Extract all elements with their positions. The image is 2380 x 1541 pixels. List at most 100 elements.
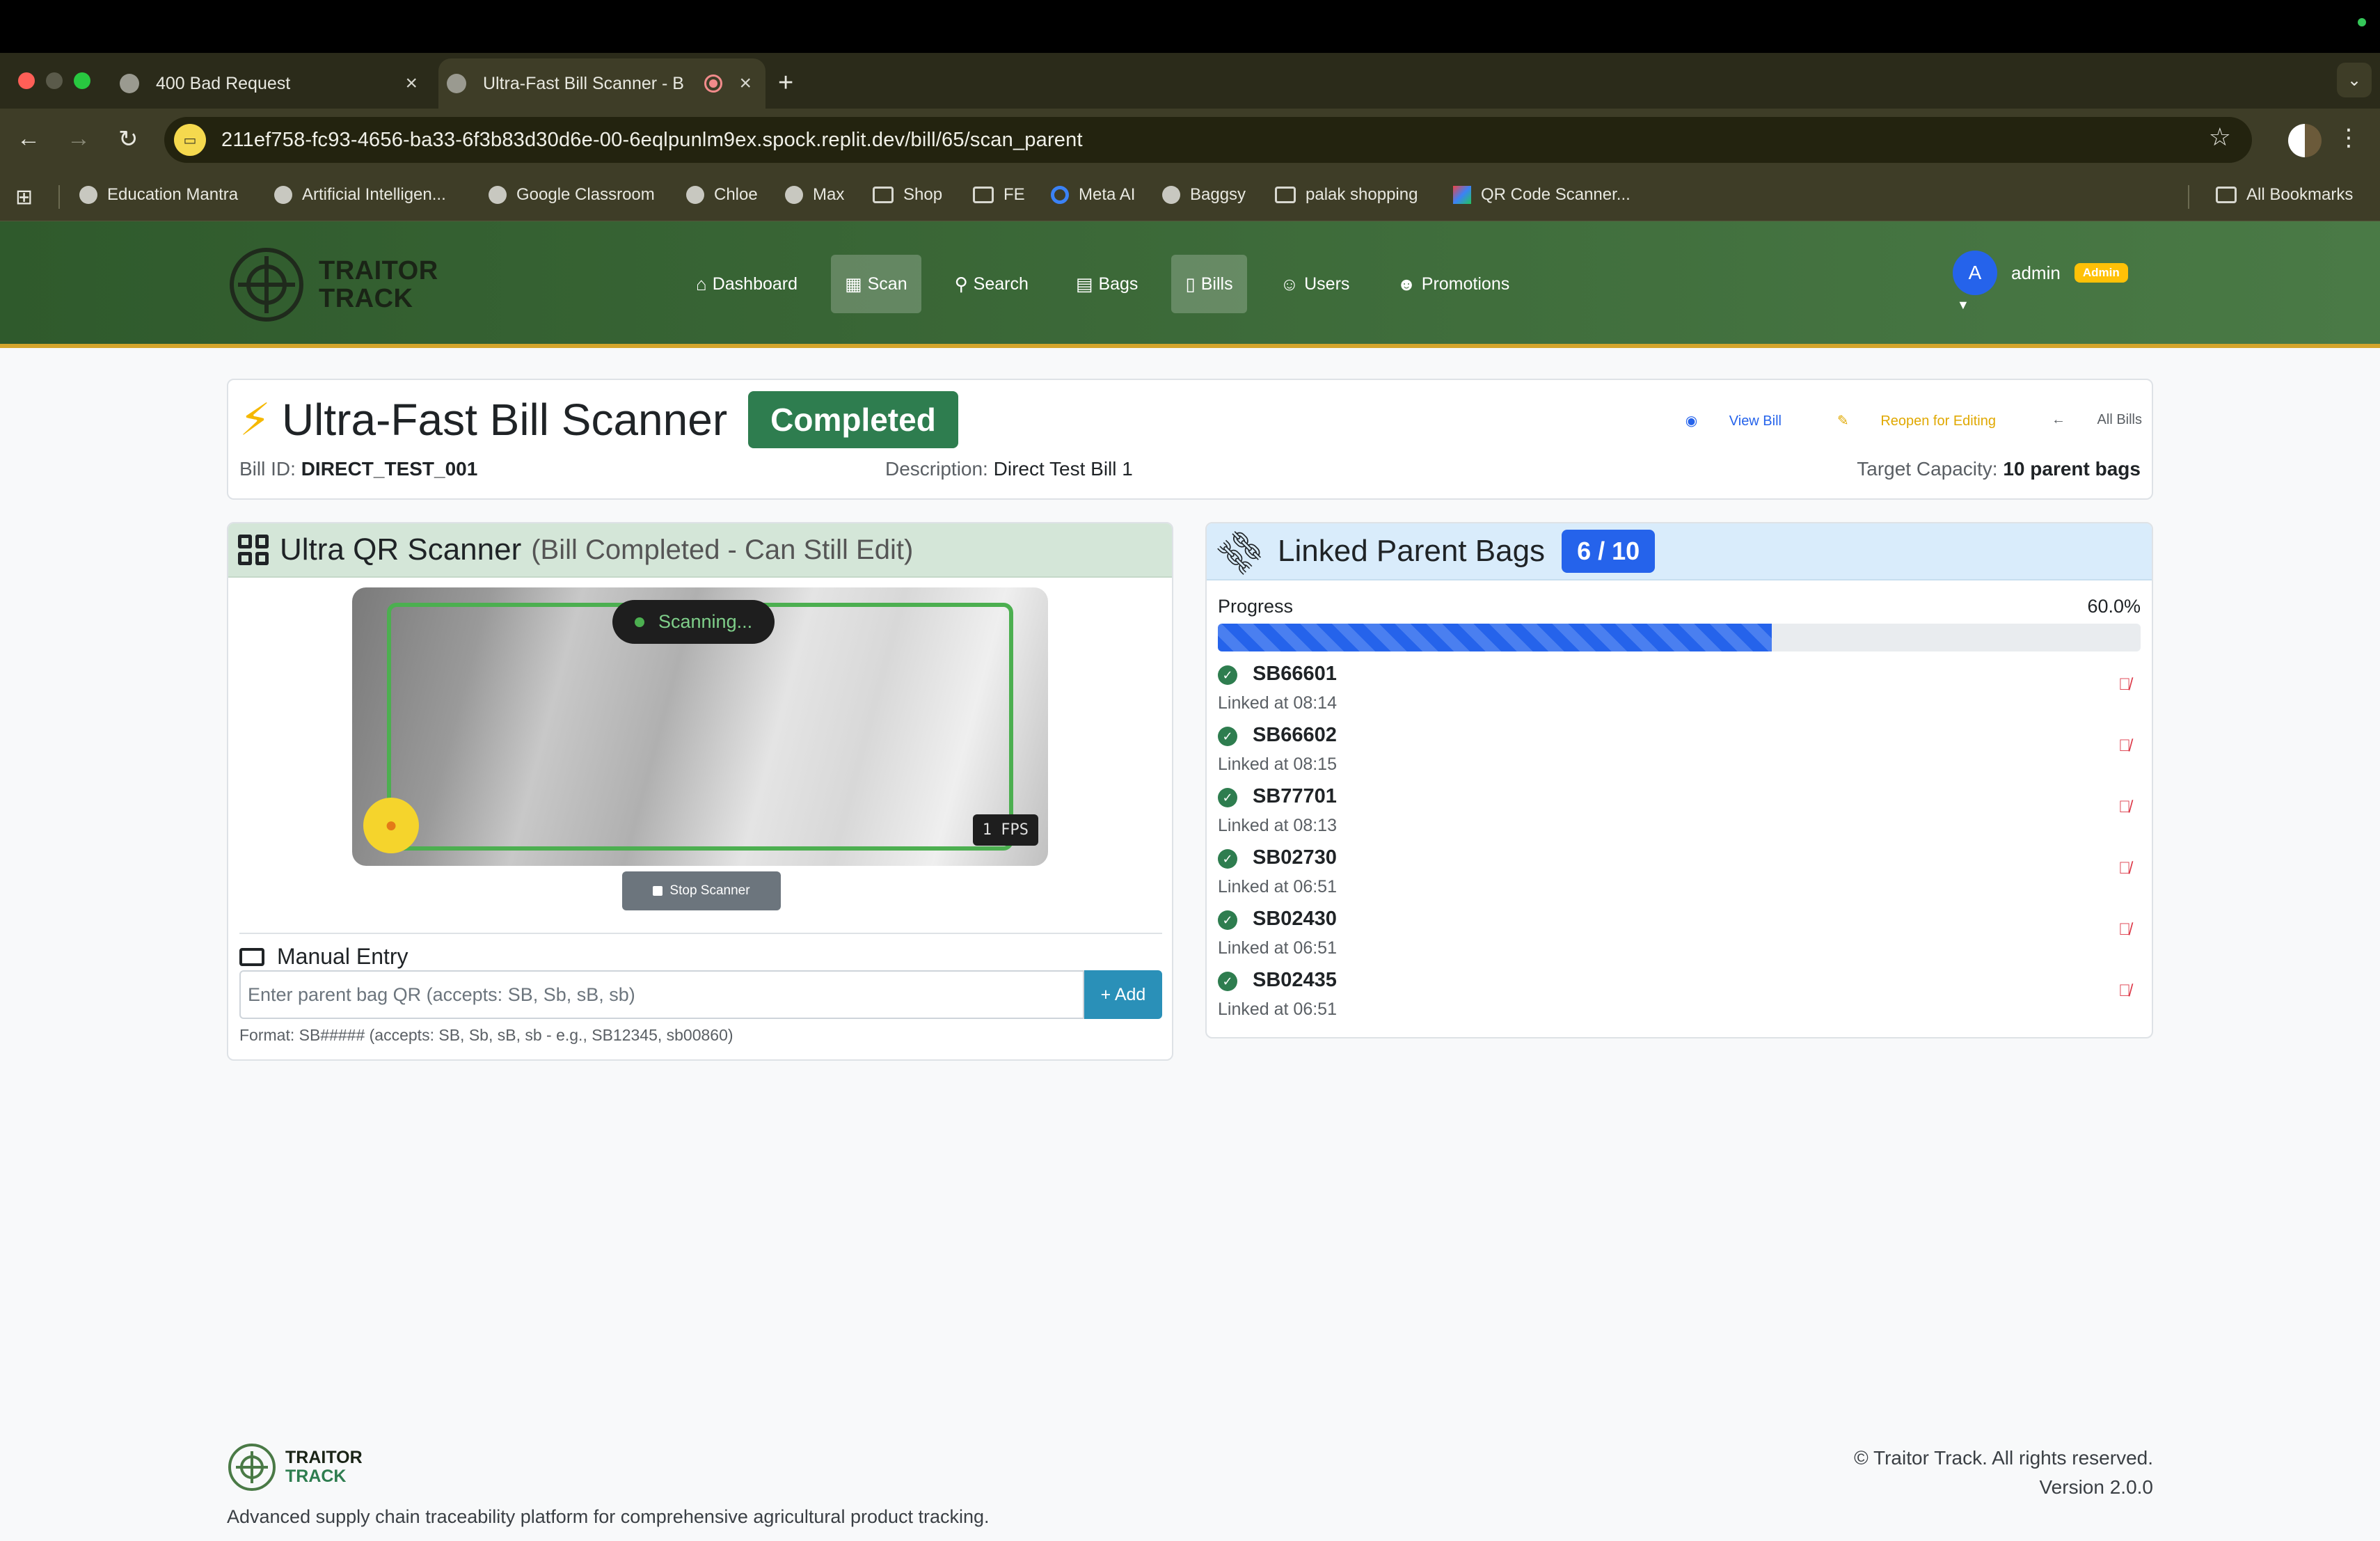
link-label: View Bill [1729, 413, 1782, 429]
footer-tagline: Advanced supply chain traceability platf… [227, 1506, 990, 1527]
unlink-icon[interactable]: ⛓̸ [2118, 798, 2131, 817]
arrow-left-icon: ← [2051, 412, 2070, 427]
bookmark-artificial-intelligence[interactable]: Artificial Intelligen... [274, 185, 446, 205]
check-circle-icon: ✓ [1218, 910, 1237, 930]
target-capacity: Target Capacity: 10 parent bags [1857, 458, 2141, 480]
more-menu-icon[interactable]: ⋮ [2337, 124, 2361, 152]
nav-label: Dashboard [712, 274, 798, 294]
all-bills-link[interactable]: ← All Bills [2024, 412, 2142, 429]
link-label: All Bills [2097, 412, 2142, 427]
back-icon[interactable]: ← [17, 125, 40, 152]
scanning-status: Scanning... [612, 600, 775, 644]
bill-header-card: ⚡ Ultra-Fast Bill Scanner Completed ◉ Vi… [227, 379, 2153, 500]
bookmark-google-classroom[interactable]: Google Classroom [489, 185, 655, 205]
meta-label: Description: [885, 458, 988, 480]
bookmark-education-mantra[interactable]: Education Mantra [79, 185, 238, 205]
browser-tab-active[interactable]: Ultra-Fast Bill Scanner - B × [438, 58, 765, 109]
linked-bags-title: Linked Parent Bags [1278, 534, 1546, 568]
bag-code: SB66601 [1253, 663, 1337, 685]
bill-id: Bill ID: DIRECT_TEST_001 [239, 458, 477, 480]
app-navbar: TRAITOR TRACK ⌂ Dashboard ▦ Scan ⚲ Search ▤… [0, 221, 2380, 348]
parent-bag-input[interactable]: Enter parent bag QR (accepts: SB, Sb, sB… [239, 970, 1084, 1019]
bookmark-label: Shop [903, 185, 943, 204]
check-circle-icon: ✓ [1218, 972, 1237, 991]
bag-list: ✓ SB66601 Linked at 08:14 ⛓̸ ✓ SB66602 Linked … [1218, 663, 2141, 1030]
qr-icon: ▦ [845, 273, 862, 294]
zoom-window-icon[interactable] [74, 72, 90, 89]
site-info-icon[interactable]: ▭ [174, 124, 206, 156]
qr-scanner-panel: Ultra QR Scanner (Bill Completed - Can S… [227, 522, 1173, 1061]
avatar: A [1953, 251, 1997, 295]
bookmark-meta-ai[interactable]: Meta AI [1051, 185, 1135, 205]
apps-grid-icon[interactable]: ⊞ [15, 185, 33, 210]
chevron-down-icon[interactable]: ▼ [1957, 298, 1969, 313]
bag-linked-time: Linked at 08:14 [1218, 693, 1337, 713]
unlink-icon[interactable]: ⛓̸ [2118, 859, 2131, 878]
reload-icon[interactable]: ↻ [118, 125, 138, 153]
nav-label: Promotions [1421, 274, 1510, 294]
forward-icon[interactable]: → [67, 125, 90, 152]
minimize-window-icon[interactable] [46, 72, 63, 89]
profile-avatar[interactable] [2288, 124, 2322, 157]
tab-title: 400 Bad Request [156, 73, 291, 93]
unlink-icon[interactable]: ⛓̸ [2118, 920, 2131, 940]
folder-icon [2216, 187, 2237, 203]
bookmark-baggsy[interactable]: Baggsy [1162, 185, 1246, 205]
browser-tab-strip: 400 Bad Request × Ultra-Fast Bill Scanne… [0, 53, 2380, 109]
nav-bills[interactable]: ▯ Bills [1171, 255, 1247, 313]
bookmark-qr-code-scanner[interactable]: QR Code Scanner... [1453, 185, 1631, 205]
nav-dashboard[interactable]: ⌂ Dashboard [682, 255, 811, 313]
nav-users[interactable]: ☺ Users [1267, 255, 1364, 313]
bookmark-label: palak shopping [1306, 185, 1418, 204]
close-tab-icon[interactable]: × [405, 72, 418, 95]
linked-bags-header: ⛓ Linked Parent Bags 6 / 10 [1207, 523, 2152, 582]
globe-icon [686, 186, 704, 204]
qr-scanner-icon [1453, 186, 1471, 204]
browser-tab[interactable]: 400 Bad Request × [111, 58, 431, 109]
nav-promotions[interactable]: ☻ Promotions [1383, 255, 1523, 313]
meta-label: Bill ID: [239, 458, 296, 480]
user-name: admin [2011, 262, 2061, 283]
bookmark-chloe[interactable]: Chloe [686, 185, 758, 205]
unlink-icon[interactable]: ⛓̸ [2118, 981, 2131, 1001]
bag-code: SB66602 [1253, 724, 1337, 746]
bookmark-fe[interactable]: FE [973, 185, 1025, 205]
view-bill-link[interactable]: ◉ View Bill [1658, 412, 1782, 429]
unlink-icon[interactable]: ⛓̸ [2118, 736, 2131, 756]
new-tab-icon[interactable]: + [778, 68, 793, 98]
fps-counter: 1 FPS [972, 814, 1038, 846]
user-menu[interactable]: A admin Admin [1953, 251, 2128, 295]
search-icon: ⚲ [954, 273, 968, 294]
torch-icon[interactable]: ● [363, 798, 419, 853]
brand-line-2: TRACK [285, 1467, 347, 1486]
url-field[interactable]: ▭ 211ef758-fc93-4656-ba33-6f3b83d30d6e-0… [164, 117, 2252, 163]
globe-icon [120, 74, 139, 93]
unlink-icon[interactable]: ⛓̸ [2118, 675, 2131, 695]
bookmark-star-icon[interactable]: ☆ [2209, 123, 2231, 152]
tab-search-icon[interactable]: ⌄ [2337, 63, 2372, 97]
nav-search[interactable]: ⚲ Search [941, 255, 1042, 313]
close-tab-icon[interactable]: × [739, 72, 752, 95]
camera-feed[interactable]: Scanning... ● 1 FPS [352, 587, 1048, 866]
nav-bags[interactable]: ▤ Bags [1062, 255, 1152, 313]
brand-logo[interactable]: TRAITOR TRACK [230, 248, 438, 322]
bookmark-shop[interactable]: Shop [873, 185, 942, 205]
reopen-link[interactable]: ✎ Reopen for Editing [1809, 412, 1996, 429]
qr-code-icon [238, 535, 269, 565]
all-bookmarks[interactable]: All Bookmarks [2216, 185, 2353, 205]
bookmark-max[interactable]: Max [785, 185, 844, 205]
bag-list-item: ✓ SB02435 Linked at 06:51 ⛓̸ [1218, 969, 2141, 1030]
bag-linked-time: Linked at 06:51 [1218, 938, 1337, 958]
bag-list-item: ✓ SB02430 Linked at 06:51 ⛓̸ [1218, 908, 2141, 969]
bag-code: SB77701 [1253, 785, 1337, 807]
address-bar: ← → ↻ ▭ 211ef758-fc93-4656-ba33-6f3b83d3… [0, 109, 2380, 173]
bill-description: Description: Direct Test Bill 1 [885, 458, 1133, 480]
brand-name: TRAITOR TRACK [319, 257, 438, 313]
nav-scan[interactable]: ▦ Scan [831, 255, 921, 313]
bookmark-palak-shopping[interactable]: palak shopping [1275, 185, 1418, 205]
add-button[interactable]: + Add [1084, 970, 1162, 1019]
page-title: Ultra-Fast Bill Scanner [281, 395, 728, 445]
stop-scanner-button[interactable]: Stop Scanner [622, 871, 781, 910]
close-window-icon[interactable] [18, 72, 35, 89]
folder-icon [973, 187, 994, 203]
